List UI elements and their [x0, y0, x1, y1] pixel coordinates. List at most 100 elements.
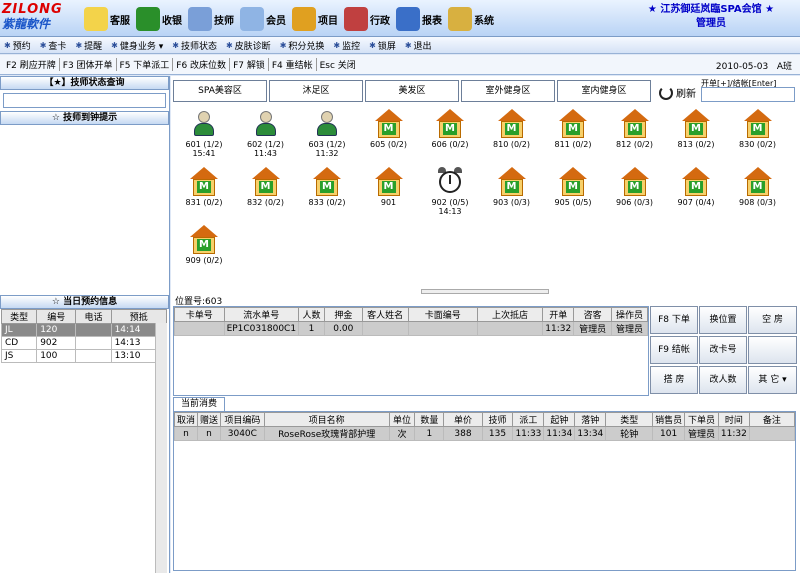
- tab-area[interactable]: SPA美容区: [173, 80, 267, 102]
- column-header[interactable]: 预抵: [110, 309, 168, 324]
- tech-query-input[interactable]: [3, 93, 166, 108]
- room-tile[interactable]: 902 (0/5) 14:13: [421, 167, 479, 227]
- column-header[interactable]: 押金: [323, 307, 363, 322]
- menu-customer-service[interactable]: 客服: [84, 4, 130, 34]
- column-header[interactable]: 备注: [748, 412, 796, 427]
- column-header[interactable]: 销售员: [652, 412, 686, 427]
- column-header[interactable]: 上次抵店: [476, 307, 544, 322]
- menu-report[interactable]: 报表: [396, 4, 442, 34]
- tab-area[interactable]: 室内健身区: [557, 80, 651, 102]
- menu-handshake[interactable]: 会员: [240, 4, 286, 34]
- room-tile[interactable]: M 908 (0/3): [729, 167, 787, 227]
- toolbar-item[interactable]: ✱ 监控: [333, 39, 360, 52]
- room-tile[interactable]: M 905 (0/5): [544, 167, 602, 227]
- column-header[interactable]: 赠送: [197, 412, 222, 427]
- room-tile[interactable]: M 830 (0/2): [729, 109, 787, 169]
- action-button[interactable]: F8 下单: [650, 306, 698, 334]
- action-button[interactable]: 改人数: [699, 366, 747, 394]
- shortcut-item[interactable]: F4 重结帐: [269, 58, 317, 71]
- column-header[interactable]: 电话: [75, 309, 112, 324]
- tab-area[interactable]: 室外健身区: [461, 80, 555, 102]
- menu-technician[interactable]: 技师: [188, 4, 234, 34]
- action-button[interactable]: 搭 房: [650, 366, 698, 394]
- tab-area[interactable]: 美发区: [365, 80, 459, 102]
- room-tile[interactable]: M 606 (0/2): [421, 109, 479, 169]
- room-tile[interactable]: M 906 (0/3): [606, 167, 664, 227]
- refresh-button[interactable]: 刷新: [659, 85, 696, 100]
- toolbar-item[interactable]: ✱ 锁屏: [369, 39, 396, 52]
- column-header[interactable]: 卡单号: [174, 307, 225, 322]
- column-header[interactable]: 咨客: [573, 307, 613, 322]
- table-row[interactable]: CD 902 14:13: [0, 336, 168, 350]
- room-tile[interactable]: M 907 (0/4): [667, 167, 725, 227]
- action-button[interactable]: 其 它 ▾: [748, 366, 797, 394]
- panel-splitter[interactable]: [421, 289, 549, 294]
- action-button[interactable]: [748, 336, 797, 364]
- column-header[interactable]: 时间: [717, 412, 750, 427]
- room-tile[interactable]: 602 (1/2) 11:43: [237, 109, 295, 169]
- column-header[interactable]: 人数: [298, 307, 325, 322]
- action-button[interactable]: 换位置: [699, 306, 747, 334]
- room-tile[interactable]: 601 (1/2) 15:41: [175, 109, 233, 169]
- menu-admin[interactable]: 行政: [344, 4, 390, 34]
- column-header[interactable]: 取消: [173, 412, 199, 427]
- action-button[interactable]: 改卡号: [699, 336, 747, 364]
- shortcut-item[interactable]: F2 刷应开牌: [3, 58, 60, 71]
- room-tile[interactable]: M 831 (0/2): [175, 167, 233, 227]
- room-tile[interactable]: M 810 (0/2): [483, 109, 541, 169]
- appointment-scrollbar[interactable]: [155, 323, 167, 573]
- column-header[interactable]: 卡面编号: [407, 307, 478, 322]
- menu-money-bag[interactable]: 收银: [136, 4, 182, 34]
- shortcut-item[interactable]: F5 下单派工: [117, 58, 174, 71]
- column-header[interactable]: 下单员: [684, 412, 719, 427]
- column-header[interactable]: 数量: [414, 412, 445, 427]
- column-header[interactable]: 操作员: [611, 307, 648, 322]
- room-tile[interactable]: M 832 (0/2): [237, 167, 295, 227]
- shortcut-item[interactable]: F7 解锁: [230, 58, 269, 71]
- column-header[interactable]: 客人姓名: [361, 307, 409, 322]
- table-row[interactable]: JL 120 14:14: [0, 323, 168, 337]
- column-header[interactable]: 类型: [0, 309, 38, 324]
- column-header[interactable]: 单位: [388, 412, 416, 427]
- column-header[interactable]: 技师: [481, 412, 514, 427]
- table-row[interactable]: EP1C031800C1 1 0.00 11:32 管理员 管理员: [174, 321, 648, 336]
- column-header[interactable]: 开单: [542, 307, 575, 322]
- action-button[interactable]: 空 房: [748, 306, 797, 334]
- room-tile[interactable]: M 811 (0/2): [544, 109, 602, 169]
- room-tile[interactable]: M 909 (0/2): [175, 225, 233, 285]
- column-header[interactable]: 项目编码: [220, 412, 265, 427]
- toolbar-item[interactable]: ✱ 预约: [4, 39, 31, 52]
- toolbar-item[interactable]: ✱ 积分兑换: [280, 39, 325, 52]
- column-header[interactable]: 编号: [36, 309, 77, 324]
- room-tile[interactable]: M 901: [360, 167, 418, 227]
- toolbar-item[interactable]: ✱ 健身业务 ▾: [111, 39, 163, 52]
- shortcut-item[interactable]: F6 改床位数: [173, 58, 231, 71]
- open-order-input[interactable]: [701, 87, 795, 102]
- action-button[interactable]: F9 结帐: [650, 336, 698, 364]
- toolbar-item[interactable]: ✱ 提醒: [75, 39, 102, 52]
- table-row[interactable]: n n 3040C RoseRose玫瑰背部护理次 1 388 135 11:33 11:34 1…: [173, 426, 796, 441]
- toolbar-item[interactable]: ✱ 退出: [405, 39, 432, 52]
- column-header[interactable]: 类型: [605, 412, 654, 427]
- column-header[interactable]: 起钟: [543, 412, 576, 427]
- room-tile[interactable]: M 833 (0/2): [298, 167, 356, 227]
- room-tile[interactable]: M 813 (0/2): [667, 109, 725, 169]
- shortcut-item[interactable]: Esc 关闭: [317, 58, 359, 71]
- room-tile[interactable]: M 812 (0/2): [606, 109, 664, 169]
- tab-current-consumption[interactable]: 当前消费: [173, 397, 225, 411]
- room-tile[interactable]: 603 (1/2) 11:32: [298, 109, 356, 169]
- toolbar-item[interactable]: ✱ 技师状态: [172, 39, 217, 52]
- toolbar-item[interactable]: ✱ 查卡: [40, 39, 67, 52]
- tab-area[interactable]: 沐足区: [269, 80, 363, 102]
- room-tile[interactable]: M 605 (0/2): [360, 109, 418, 169]
- menu-lock[interactable]: 系统: [448, 4, 494, 34]
- column-header[interactable]: 单价: [443, 412, 483, 427]
- room-tile[interactable]: M 903 (0/3): [483, 167, 541, 227]
- table-row[interactable]: JS 100 13:10: [0, 349, 168, 363]
- column-header[interactable]: 落钟: [574, 412, 607, 427]
- column-header[interactable]: 流水单号: [223, 307, 300, 322]
- shortcut-item[interactable]: F3 团体开单: [60, 58, 117, 71]
- column-header[interactable]: 项目名称: [263, 412, 390, 427]
- menu-project[interactable]: 项目: [292, 4, 338, 34]
- toolbar-item[interactable]: ✱ 皮肤诊断: [226, 39, 271, 52]
